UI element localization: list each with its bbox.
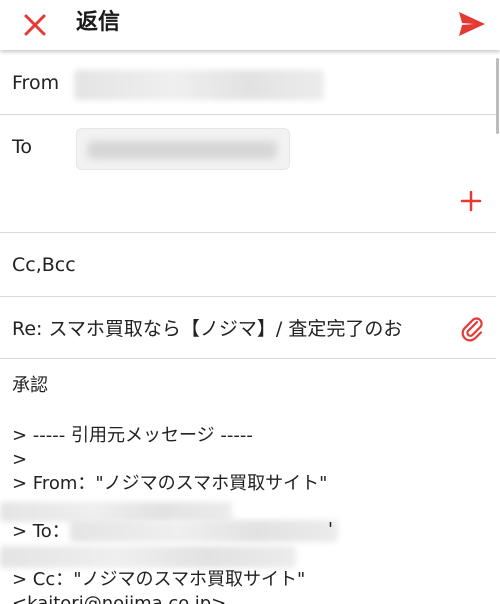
body-line: > Cc："ノジマのスマホ買取サイト" bbox=[12, 569, 306, 590]
subject-field[interactable]: Re: スマホ買取なら【ノジマ】/ 査定完了のお bbox=[12, 314, 452, 341]
plus-icon[interactable] bbox=[458, 188, 484, 214]
to-label: To bbox=[12, 136, 33, 158]
app-toolbar: 返信 bbox=[0, 0, 500, 50]
to-recipient-chip[interactable] bbox=[76, 128, 290, 170]
body-line: > From："ノジマのスマホ買取サイト" bbox=[12, 473, 328, 494]
body-line: > bbox=[12, 449, 28, 470]
body-line: 承認 bbox=[12, 375, 48, 396]
body-line: > ----- 引用元メッセージ ----- bbox=[12, 425, 253, 446]
from-address-redacted[interactable] bbox=[74, 70, 324, 100]
divider bbox=[0, 232, 496, 233]
to-recipient-redacted bbox=[87, 141, 277, 159]
body-line: ' bbox=[328, 519, 333, 540]
from-label: From bbox=[12, 72, 60, 94]
scrollbar[interactable] bbox=[496, 58, 499, 134]
page-title: 返信 bbox=[76, 10, 121, 35]
body-line: <kaitori@nojima.co.jp> bbox=[12, 593, 227, 604]
divider bbox=[0, 296, 496, 297]
body-line: > To： bbox=[12, 521, 70, 542]
paperclip-icon[interactable] bbox=[458, 314, 486, 342]
divider bbox=[0, 358, 496, 359]
redacted-text bbox=[70, 520, 338, 542]
cc-bcc-field[interactable]: Cc,Bcc bbox=[12, 254, 76, 276]
divider bbox=[0, 114, 496, 115]
send-icon[interactable] bbox=[456, 8, 488, 40]
close-icon[interactable] bbox=[18, 8, 52, 42]
redacted-text bbox=[0, 502, 232, 522]
redacted-text bbox=[0, 546, 296, 568]
